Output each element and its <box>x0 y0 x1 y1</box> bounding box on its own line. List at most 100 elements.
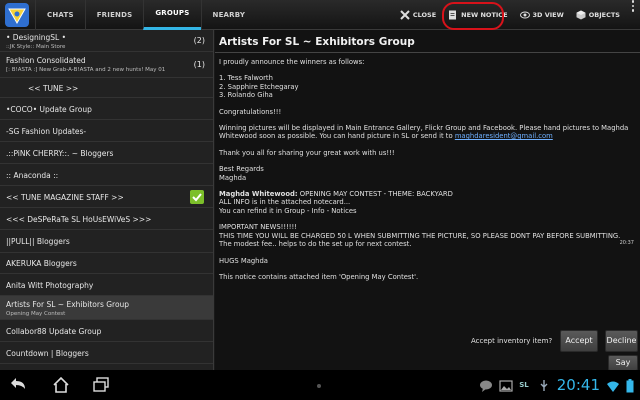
signoff-name: Maghda <box>219 173 247 182</box>
close-label: CLOSE <box>412 11 437 19</box>
top-toolbar: CHATS FRIENDS GROUPS NEARBY CLOSE NEW NO… <box>0 0 640 30</box>
checkmark-icon <box>190 190 204 204</box>
group-list: • DesigningSL • ::JK Style:: Main Store … <box>0 30 214 370</box>
charge-text: THIS TIME YOU WILL BE CHARGED 50 L WHEN … <box>219 231 621 240</box>
notice-panel: Artists For SL ~ Exhibitors Group I prou… <box>215 30 640 371</box>
list-item[interactable]: << TUNE >> <box>0 78 213 98</box>
list-item[interactable]: Collabor88 Update Group <box>0 320 213 342</box>
divider <box>215 52 640 53</box>
list-item[interactable]: :: Anaconda :: <box>0 164 213 186</box>
winner-3: 3. Rolando Giha <box>219 91 273 100</box>
new-notice-label: NEW NOTICE <box>461 11 508 19</box>
group-name: Anita Witt Photography <box>6 281 94 290</box>
objects-button[interactable]: OBJECTS <box>570 0 626 30</box>
new-notice-button[interactable]: NEW NOTICE <box>442 0 513 30</box>
group-name: Countdown | Bloggers <box>6 349 89 358</box>
tab-bar: CHATS FRIENDS GROUPS NEARBY <box>35 0 256 30</box>
info-line-1: ALL INFO is in the attached notecard... <box>219 198 351 207</box>
message-author: Maghda Whitewood: <box>219 190 298 199</box>
group-name: Fashion Consolidated <box>6 56 86 65</box>
tab-chats[interactable]: CHATS <box>35 0 85 30</box>
close-button[interactable]: CLOSE <box>394 0 442 30</box>
inventory-question: Accept inventory item? <box>471 337 553 345</box>
list-item[interactable]: •COCO• Update Group <box>0 98 213 120</box>
usb-icon <box>537 378 551 392</box>
unread-count: (2) <box>193 36 205 45</box>
email-link[interactable]: maghdaresident@gmail.com <box>455 132 553 140</box>
winner-1: 1. Tess Falworth <box>219 74 273 83</box>
wifi-icon <box>606 378 620 392</box>
winning-text-body: Winning pictures will be displayed in Ma… <box>219 124 629 141</box>
eye-icon <box>519 10 530 20</box>
group-name: .::PiNK CHERRY::. ~ Bloggers <box>6 149 114 158</box>
regards-text: Best Regards <box>219 165 264 174</box>
unread-count: (1) <box>193 60 205 69</box>
winning-text: Winning pictures will be displayed in Ma… <box>219 124 634 141</box>
sl-label: SL <box>519 381 529 389</box>
winner-2: 2. Sapphire Etchegaray <box>219 82 299 91</box>
congrats-text: Congratulations!!! <box>219 107 282 116</box>
notice-intro: I proudly announce the winners as follow… <box>219 58 365 66</box>
attachment-text: This notice contains attached item 'Open… <box>219 272 419 281</box>
battery-icon <box>626 378 634 393</box>
group-name: << TUNE >> <box>28 84 79 93</box>
tab-groups[interactable]: GROUPS <box>143 0 201 30</box>
list-item[interactable]: AKERUKA Bloggers <box>0 253 213 274</box>
list-item[interactable]: << TUNE MAGAZINE STAFF >> <box>0 186 213 208</box>
group-name: Artists For SL ~ Exhibitors Group <box>6 300 130 309</box>
accept-button[interactable]: Accept <box>560 330 598 352</box>
list-item[interactable]: -SG Fashion Updates- <box>0 120 213 142</box>
notice-body[interactable]: I proudly announce the winners as follow… <box>219 58 634 281</box>
fee-text: The modest fee.. helps to do the set up … <box>219 240 412 249</box>
status-area: SL 20:41 <box>479 370 640 400</box>
home-icon[interactable] <box>52 377 70 393</box>
back-icon[interactable] <box>10 377 28 393</box>
important-news: IMPORTANT NEWS!!!!!! <box>219 223 297 232</box>
overflow-menu-icon[interactable] <box>626 0 640 30</box>
group-name: -SG Fashion Updates- <box>6 127 87 136</box>
action-bar: CLOSE NEW NOTICE 3D VIEW OBJECTS <box>394 0 640 30</box>
list-item[interactable]: ||PULL|| Bloggers <box>0 230 213 253</box>
message-timestamp: 20:37 <box>619 240 634 246</box>
list-item-selected[interactable]: Artists For SL ~ Exhibitors Group Openin… <box>0 296 213 320</box>
list-item[interactable]: <<< DeSPeRaTe SL HoUsEWiVeS >>> <box>0 208 213 230</box>
group-name: • DesigningSL • <box>6 33 67 42</box>
info-line-2: You can refind it in Group - Info - Noti… <box>219 206 357 215</box>
group-subtitle: [: B!ASTA :] New Grab-A-B!ASTA and 2 new… <box>6 67 166 73</box>
thanks-text: Thank you all for sharing your great wor… <box>219 148 395 157</box>
close-icon <box>400 10 410 20</box>
tab-friends[interactable]: FRIENDS <box>84 0 144 30</box>
tab-nearby[interactable]: NEARBY <box>200 0 257 30</box>
image-notification-icon <box>499 378 513 392</box>
group-name: •COCO• Update Group <box>6 105 92 114</box>
group-name: Collabor88 Update Group <box>6 327 102 336</box>
page-indicator <box>317 384 321 388</box>
group-name: << TUNE MAGAZINE STAFF >> <box>6 193 124 202</box>
cube-icon <box>576 10 586 20</box>
message-subject: OPENING MAY CONTEST - THEME: BACKYARD <box>299 190 453 199</box>
clock: 20:41 <box>556 376 600 394</box>
list-item[interactable]: .::PiNK CHERRY::. ~ Bloggers <box>0 142 213 164</box>
group-subtitle: ::JK Style:: Main Store <box>6 44 66 50</box>
list-item[interactable]: • DesigningSL • ::JK Style:: Main Store … <box>0 30 213 52</box>
group-name: ||PULL|| Bloggers <box>6 237 70 246</box>
say-button[interactable]: Say <box>608 355 638 371</box>
group-name: :: Anaconda :: <box>6 171 59 180</box>
notice-title: Artists For SL ~ Exhibitors Group <box>219 36 415 48</box>
objects-label: OBJECTS <box>588 11 620 19</box>
hugs-text: HUGS Maghda <box>219 256 268 265</box>
list-item[interactable]: Anita Witt Photography <box>0 274 213 296</box>
3d-view-button[interactable]: 3D VIEW <box>514 0 570 30</box>
recent-apps-icon[interactable] <box>92 377 110 393</box>
app-logo-icon[interactable] <box>5 3 29 27</box>
list-item[interactable]: Fashion Consolidated [: B!ASTA :] New Gr… <box>0 52 213 78</box>
new-notice-icon <box>448 10 458 20</box>
list-item[interactable]: Countdown | Bloggers <box>0 342 213 364</box>
group-name: AKERUKA Bloggers <box>6 259 77 268</box>
group-name: <<< DeSPeRaTe SL HoUsEWiVeS >>> <box>6 215 152 224</box>
3d-view-label: 3D VIEW <box>532 11 564 19</box>
message-header: Maghda Whitewood: OPENING MAY CONTEST - … <box>219 190 634 198</box>
decline-button[interactable]: Decline <box>605 330 638 352</box>
chat-notification-icon <box>479 378 493 392</box>
group-subtitle: Opening May Contest <box>6 311 66 317</box>
